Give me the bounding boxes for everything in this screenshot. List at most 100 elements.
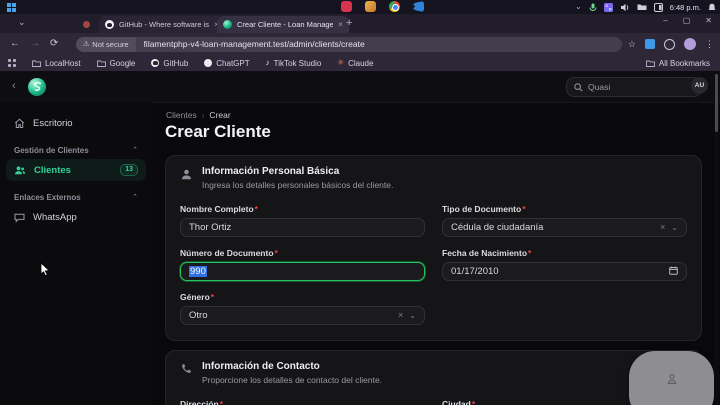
nombre-completo-input[interactable]: Thor Ortiz <box>180 218 425 237</box>
field-label: Dirección* <box>180 399 425 405</box>
clock[interactable]: 6:48 p.m. <box>670 3 701 12</box>
chat-bubble-icon <box>14 212 25 223</box>
bookmark-claude[interactable]: ✳ Claude <box>337 59 373 68</box>
field-label: Tipo de Documento* <box>442 204 687 214</box>
selected-text: 990 <box>189 266 207 277</box>
language-icon[interactable] <box>604 3 613 12</box>
volume-icon[interactable] <box>620 3 630 12</box>
numero-documento-input[interactable]: 990 <box>180 262 425 281</box>
required-mark: * <box>522 204 525 214</box>
taskbar-pinned-apps <box>341 1 424 12</box>
bookmark-google[interactable]: Google <box>97 59 136 68</box>
field-label: Fecha de Nacimiento* <box>442 248 687 258</box>
sidebar-item-label: WhatsApp <box>33 212 77 223</box>
github-icon <box>151 59 159 67</box>
breadcrumb: Clientes › Crear <box>166 110 231 120</box>
tab-close-icon[interactable]: × <box>338 20 343 29</box>
section-subtitle: Ingresa los detalles personales básicos … <box>202 180 393 190</box>
input-value: 01/17/2010 <box>451 266 499 277</box>
forward-button[interactable]: → <box>30 39 40 49</box>
bookmark-label: TikTok Studio <box>274 59 322 68</box>
windows-start-icon[interactable] <box>7 3 16 12</box>
screen: ⌄ 6:48 p.m. ⌄ GitHub - Where software is… <box>0 0 720 405</box>
user-avatar[interactable]: AU <box>691 77 708 94</box>
sidebar-item-whatsapp[interactable]: WhatsApp <box>6 206 146 228</box>
floating-widget-overlay[interactable] <box>629 351 714 405</box>
chrome-icon[interactable] <box>389 1 400 12</box>
browser-toolbar: ← → ⟳ ⚠ Not secure filamentphp-v4-loan-m… <box>0 33 720 55</box>
tipo-documento-select[interactable]: Cédula de ciudadanía × ⌄ <box>442 218 687 237</box>
global-search-input[interactable]: Quasi <box>566 77 702 97</box>
chevron-down-icon: ⌄ <box>409 312 416 320</box>
notification-bell-icon[interactable] <box>708 3 716 12</box>
tab-group-dot-icon[interactable] <box>83 21 90 28</box>
pinned-app-icon[interactable] <box>365 1 376 12</box>
required-mark: * <box>211 292 214 302</box>
users-icon <box>14 165 26 176</box>
extensions-ring-icon[interactable] <box>664 39 675 50</box>
required-mark: * <box>528 248 531 258</box>
security-chip[interactable]: ⚠ Not secure <box>76 37 136 52</box>
clear-icon[interactable]: × <box>398 311 403 320</box>
sidebar-item-clientes[interactable]: Clientes 13 <box>6 159 146 181</box>
required-mark: * <box>255 204 258 214</box>
sidebar-group-clientes[interactable]: Gestión de Clientes ⌃ <box>14 146 138 155</box>
tab-title: GitHub - Where software is bui... <box>119 20 209 29</box>
tab-crear-cliente[interactable]: Crear Cliente - Loan Managem... × <box>217 16 349 33</box>
required-mark: * <box>275 248 278 258</box>
sidebar-group-enlaces[interactable]: Enlaces Externos ⌃ <box>14 193 138 202</box>
sidebar-item-label: Clientes <box>34 165 71 176</box>
reload-button[interactable]: ⟳ <box>50 39 58 49</box>
page-scrollbar-thumb[interactable] <box>715 74 718 132</box>
apps-grid-icon[interactable] <box>8 59 16 67</box>
bookmark-label: GitHub <box>163 59 188 68</box>
maximize-button[interactable]: ▢ <box>683 17 691 25</box>
fecha-nacimiento-input[interactable]: 01/17/2010 <box>442 262 687 281</box>
tray-chevron-icon[interactable]: ⌄ <box>575 3 582 11</box>
vscode-icon[interactable] <box>413 1 424 12</box>
tab-search-chevron-icon[interactable]: ⌄ <box>18 18 26 27</box>
genero-select[interactable]: Otro × ⌄ <box>180 306 425 325</box>
field-numero-documento: Número de Documento* 990 <box>180 248 425 281</box>
sidebar: Escritorio Gestión de Clientes ⌃ Cliente… <box>0 102 152 405</box>
user-icon <box>180 168 193 190</box>
mic-icon[interactable] <box>589 3 597 12</box>
bookmark-label: LocalHost <box>45 59 81 68</box>
folder-tray-icon[interactable] <box>637 3 647 11</box>
app-topbar: ‹ Quasi AU <box>0 71 720 103</box>
claude-icon: ✳ <box>337 59 344 67</box>
address-bar[interactable]: ⚠ Not secure filamentphp-v4-loan-managem… <box>76 37 622 52</box>
all-bookmarks-button[interactable]: All Bookmarks <box>646 59 710 68</box>
bookmark-tiktok-studio[interactable]: ♪ TikTok Studio <box>266 59 322 68</box>
pinned-app-icon[interactable] <box>341 1 352 12</box>
new-tab-button[interactable]: + <box>346 18 352 29</box>
browser-profile-avatar[interactable] <box>684 38 696 50</box>
section-personal-info: Información Personal Básica Ingresa los … <box>165 155 702 341</box>
breadcrumb-root[interactable]: Clientes <box>166 110 197 120</box>
github-favicon <box>105 20 114 29</box>
bookmark-github[interactable]: GitHub <box>151 59 188 68</box>
sidebar-collapse-icon[interactable]: ‹ <box>12 81 16 92</box>
os-taskbar: ⌄ 6:48 p.m. <box>0 0 720 14</box>
field-direccion: Dirección* <box>180 399 425 405</box>
bookmark-localhost[interactable]: LocalHost <box>32 59 81 68</box>
app-logo[interactable] <box>28 78 46 96</box>
phone-icon <box>180 363 193 385</box>
bookmark-chatgpt[interactable]: ChatGPT <box>204 59 249 68</box>
sidebar-group-label: Gestión de Clientes <box>14 146 89 155</box>
calendar-icon[interactable] <box>669 266 678 278</box>
tab-github[interactable]: GitHub - Where software is bui... × <box>99 16 225 33</box>
bookmark-label: Google <box>110 59 136 68</box>
extension-icon[interactable] <box>645 39 655 49</box>
bookmark-star-icon[interactable]: ☆ <box>628 40 636 49</box>
phone-link-icon[interactable] <box>654 3 663 12</box>
folder-icon <box>32 60 41 67</box>
clear-icon[interactable]: × <box>660 223 665 232</box>
sidebar-item-escritorio[interactable]: Escritorio <box>6 112 146 134</box>
input-value: Thor Ortiz <box>189 222 231 233</box>
close-window-button[interactable]: ✕ <box>705 17 712 25</box>
sidebar-group-label: Enlaces Externos <box>14 193 81 202</box>
minimize-button[interactable]: – <box>663 17 667 25</box>
back-button[interactable]: ← <box>10 39 20 49</box>
browser-menu-icon[interactable]: ⋮ <box>705 40 714 49</box>
